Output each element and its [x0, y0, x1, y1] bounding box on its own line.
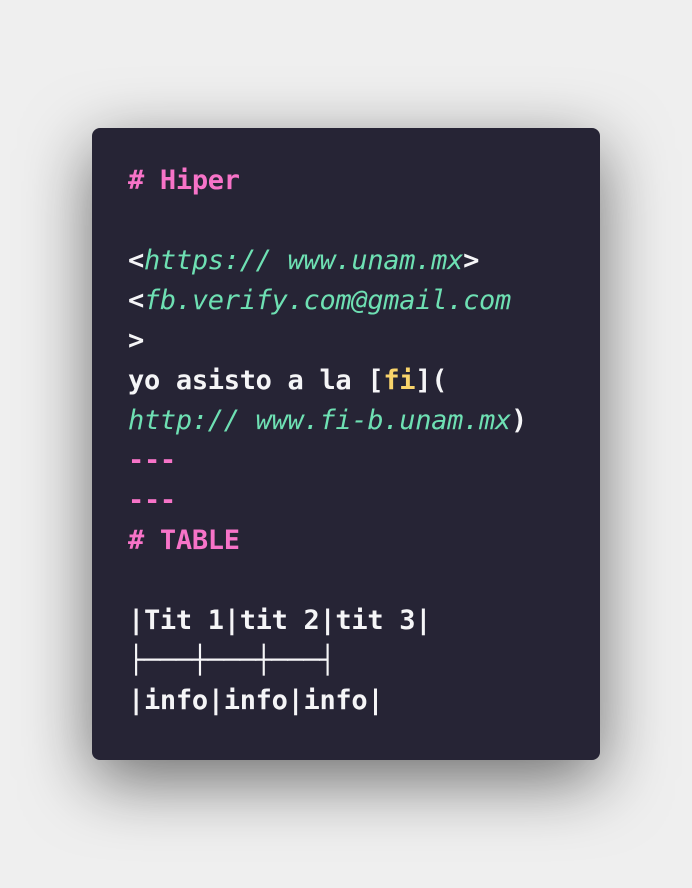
autolink-email[interactable]: <fb.verify.com@gmail.com [128, 281, 600, 321]
heading-hiper: # Hiper [128, 165, 240, 196]
link-anchor-text[interactable]: fi [383, 365, 415, 396]
bracket-close: ]( [415, 365, 448, 396]
url-unam[interactable]: https:// www.unam.mx [144, 245, 463, 276]
angle-close: > [128, 325, 144, 356]
angle-close: > [463, 245, 480, 276]
sentence-line: yo asisto a la [fi]( [128, 361, 600, 401]
bracket-open: [ [367, 365, 384, 396]
horizontal-rule: --- [128, 485, 176, 516]
angle-open: < [128, 285, 144, 316]
angle-open: < [128, 245, 144, 276]
url-email[interactable]: fb.verify.com@gmail.com [144, 285, 511, 316]
autolink-unam[interactable]: <https:// www.unam.mx> [128, 241, 600, 281]
heading-table: # TABLE [128, 525, 240, 556]
table-separator-row: ├───┼───┼───┤ [128, 645, 336, 676]
url-fi[interactable]: http:// www.fi-b.unam.mx [128, 405, 511, 436]
autolink-email-close: > [128, 321, 600, 361]
code-editor-card: # Hiper <https:// www.unam.mx> <fb.verif… [92, 128, 600, 760]
paren-close: ) [510, 405, 527, 436]
table-data-row: |info|info|info| [128, 685, 384, 716]
horizontal-rule: --- [128, 445, 176, 476]
table-header-row: |Tit 1|tit 2|tit 3| [128, 605, 432, 636]
sentence-url-line: http:// www.fi-b.unam.mx) [128, 401, 600, 441]
sentence-text: yo asisto a la [128, 365, 368, 396]
